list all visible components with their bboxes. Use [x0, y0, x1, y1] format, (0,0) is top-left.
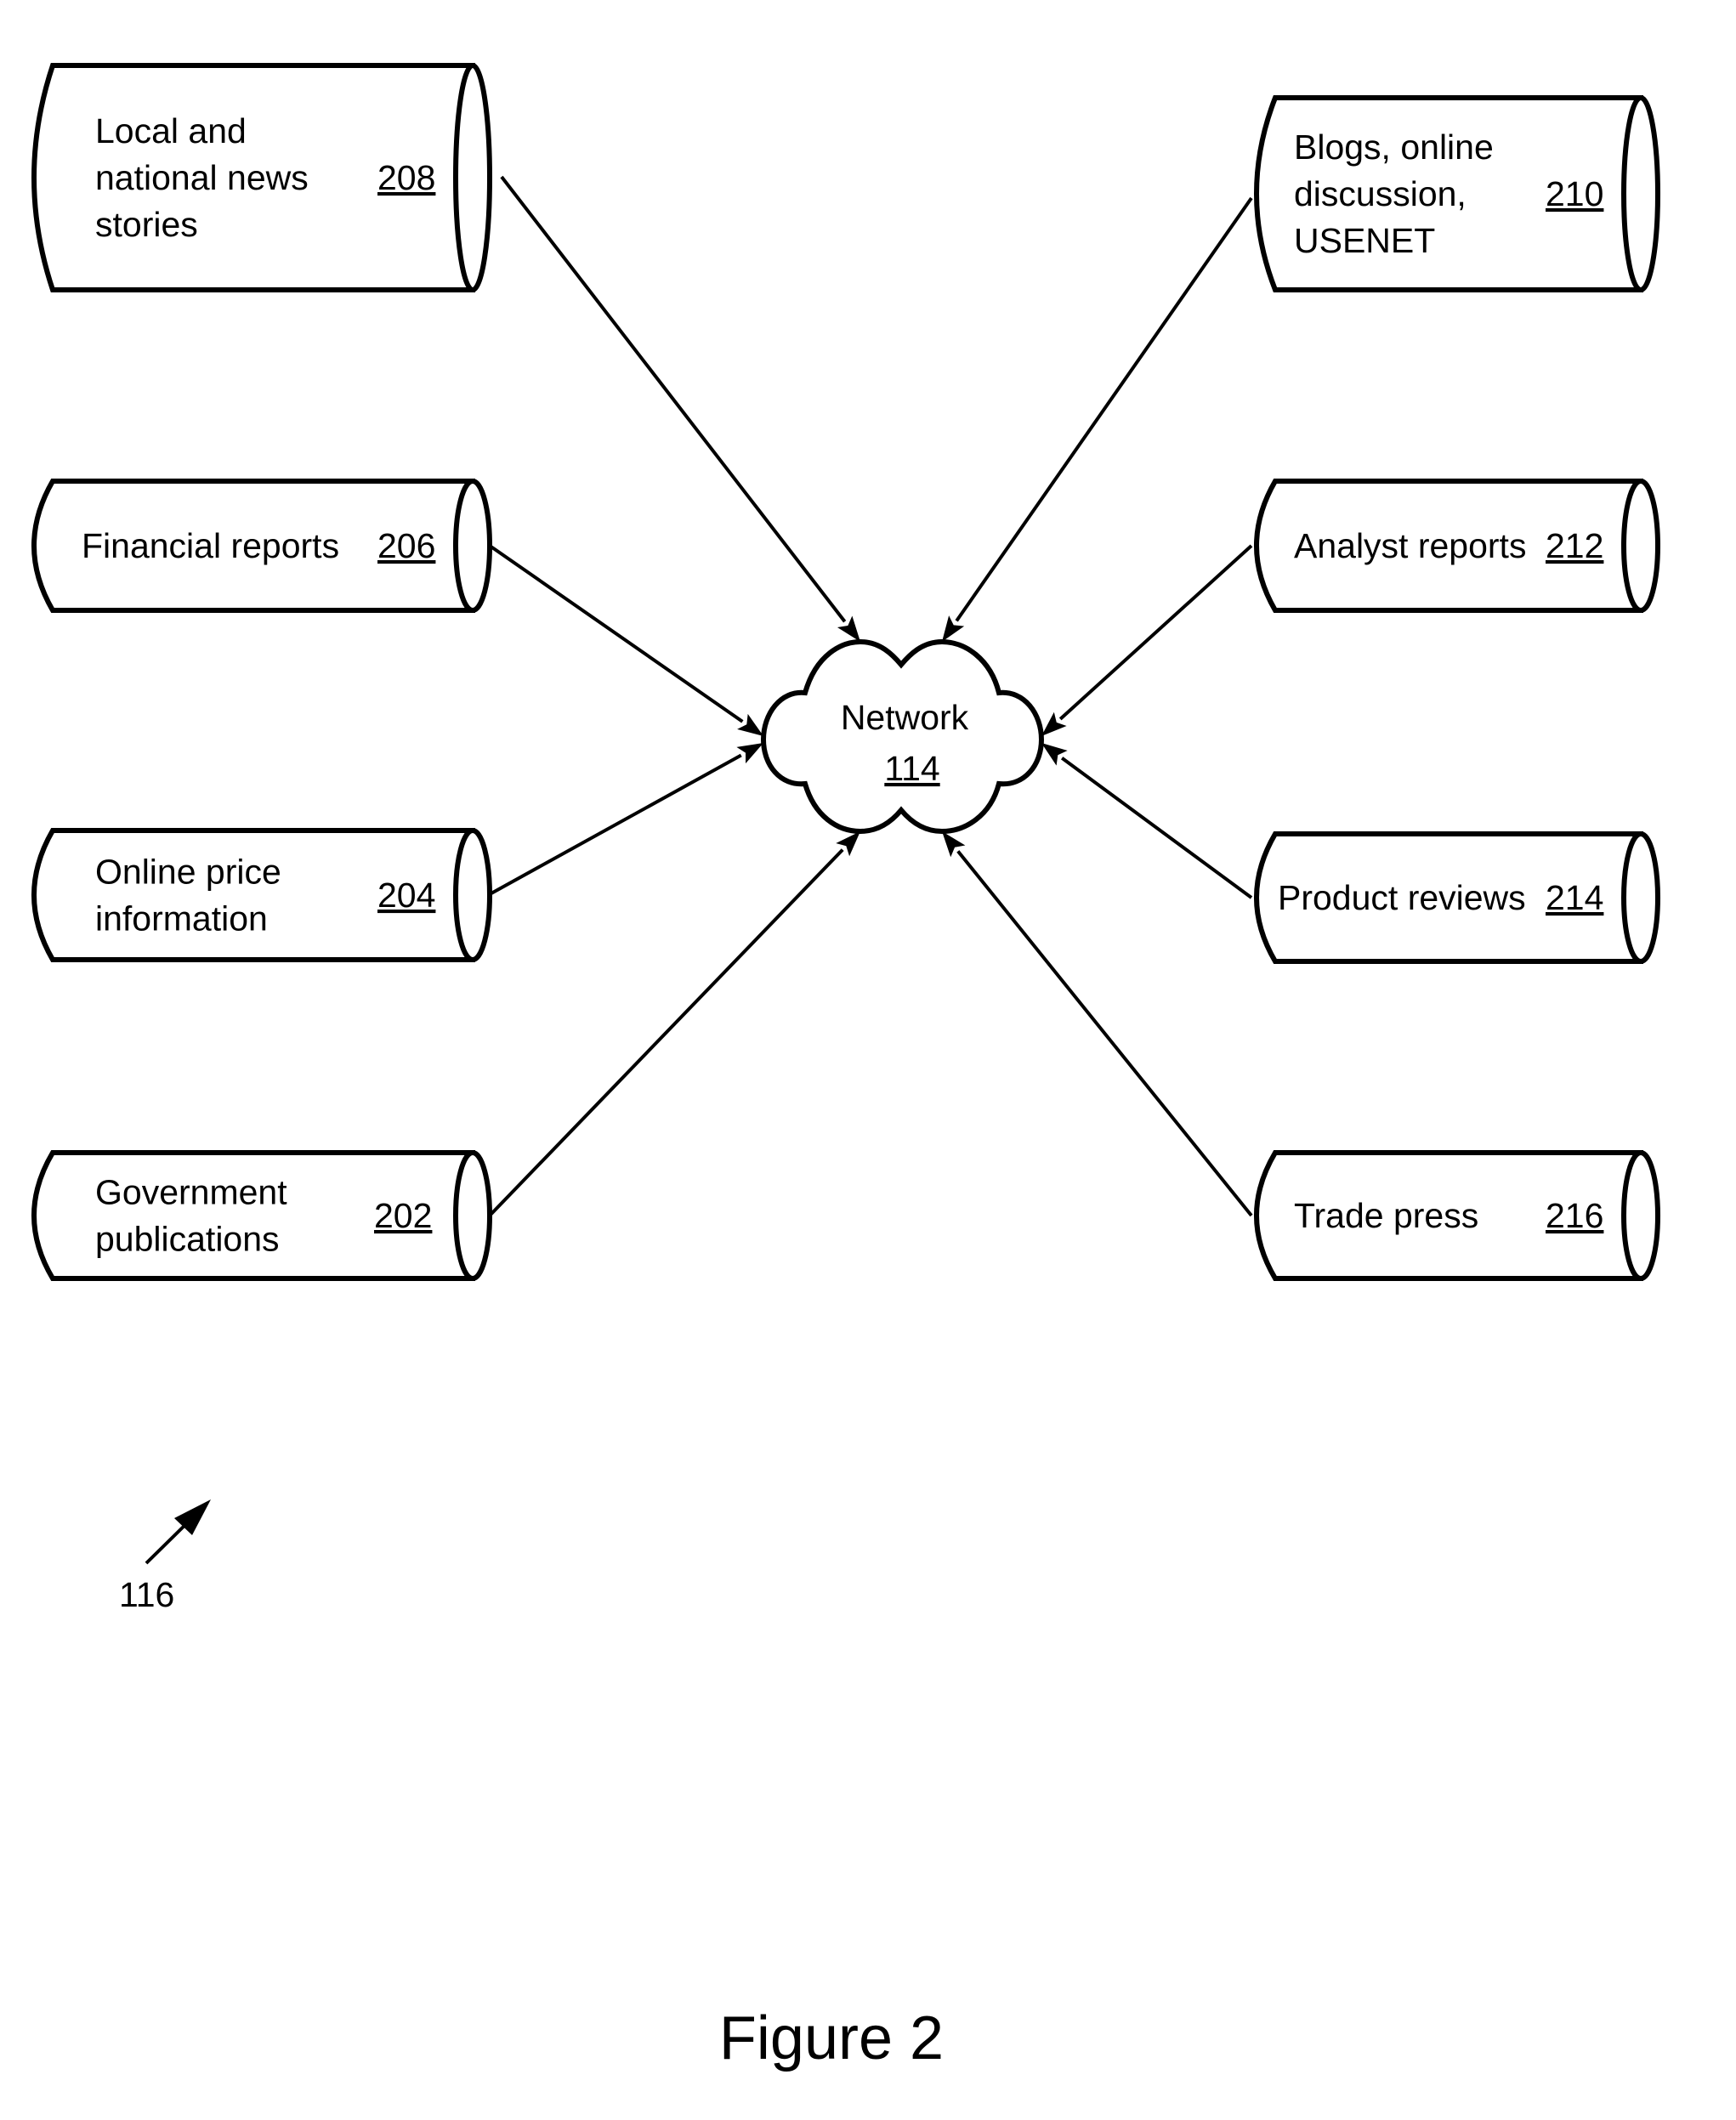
source-label-line: Government	[95, 1173, 287, 1212]
cylinder-end-cap	[1621, 95, 1660, 292]
cylinder-end-cap	[453, 828, 492, 962]
source-label-line: national news	[95, 158, 309, 197]
source-cylinder-212: Analyst reports 212	[1254, 479, 1660, 613]
source-cylinder-210: Blogs, online discussion, USENET 210	[1254, 95, 1660, 292]
connector-line	[1060, 757, 1253, 899]
connector-arrow-214	[1041, 743, 1253, 899]
source-label-line: Local and	[95, 111, 247, 150]
source-label-line: Analyst reports	[1294, 526, 1526, 565]
source-label-line: discussion,	[1294, 174, 1467, 213]
connector-arrow-216	[942, 831, 1253, 1217]
source-ref-number: 210	[1546, 174, 1603, 213]
connector-arrow-204	[489, 743, 763, 896]
network-cloud: Network 114	[760, 638, 1045, 835]
source-cylinder-216: Trade press 216	[1254, 1150, 1660, 1281]
connector-line	[488, 544, 744, 723]
source-label-line: USENET	[1294, 221, 1435, 260]
source-label-line: information	[95, 899, 268, 938]
diagram-reference: 116	[119, 1499, 211, 1614]
cylinder-end-cap	[1621, 1150, 1660, 1281]
cylinder-end-cap	[453, 63, 492, 292]
source-label-line: stories	[95, 205, 198, 244]
source-label-line: Financial reports	[82, 526, 339, 565]
source-label-line: Trade press	[1294, 1196, 1478, 1235]
arrowhead-icon	[736, 743, 763, 764]
source-ref-number: 216	[1546, 1196, 1603, 1235]
source-ref-number: 212	[1546, 526, 1603, 565]
source-label-line: Online price	[95, 853, 281, 892]
connector-line	[489, 753, 742, 896]
network-sources-diagram: Network 114 Local and national news storie…	[31, 63, 1660, 2072]
left-sources: Local and national news stories 208 Financia…	[31, 63, 492, 1281]
connector-arrow-208	[500, 175, 860, 642]
connector-line	[955, 196, 1253, 622]
source-cylinder-214: Product reviews 214	[1254, 831, 1660, 964]
connector-line	[500, 175, 847, 623]
source-cylinder-202: Government publications 202	[31, 1150, 492, 1281]
connector-arrow-210	[942, 196, 1253, 642]
arrowhead-icon	[837, 615, 860, 642]
arrowhead-icon	[942, 615, 965, 642]
source-label-line: Blogs, online	[1294, 128, 1494, 167]
cylinder-end-cap	[1621, 479, 1660, 613]
source-ref-number: 206	[377, 526, 435, 565]
reference-number: 116	[119, 1575, 174, 1614]
right-sources: Blogs, online discussion, USENET 210 Analyst…	[1254, 95, 1660, 1281]
cylinder-end-cap	[453, 1150, 492, 1281]
source-ref-number: 208	[377, 158, 435, 197]
source-ref-number: 204	[377, 876, 435, 915]
source-cylinder-204: Online price information 204	[31, 828, 492, 962]
arrowhead-icon	[1041, 743, 1068, 766]
connector-arrow-202	[488, 831, 860, 1217]
connector-line	[488, 848, 844, 1217]
connector-line	[1058, 544, 1253, 721]
network-ref: 114	[884, 749, 939, 788]
network-label: Network	[841, 698, 969, 737]
source-cylinder-206: Financial reports 206	[31, 479, 492, 613]
cylinder-end-cap	[1621, 831, 1660, 964]
arrowhead-icon	[737, 713, 763, 736]
connector-arrow-212	[1041, 544, 1253, 736]
figure-caption: Figure 2	[719, 2004, 944, 2072]
cylinder-end-cap	[453, 479, 492, 613]
source-label-line: publications	[95, 1220, 280, 1259]
source-label-line: Product reviews	[1278, 878, 1526, 917]
source-ref-number: 214	[1546, 878, 1603, 917]
source-cylinder-208: Local and national news stories 208	[31, 63, 492, 292]
source-ref-number: 202	[374, 1196, 432, 1235]
connector-arrow-206	[488, 544, 763, 736]
connector-line	[956, 850, 1253, 1217]
